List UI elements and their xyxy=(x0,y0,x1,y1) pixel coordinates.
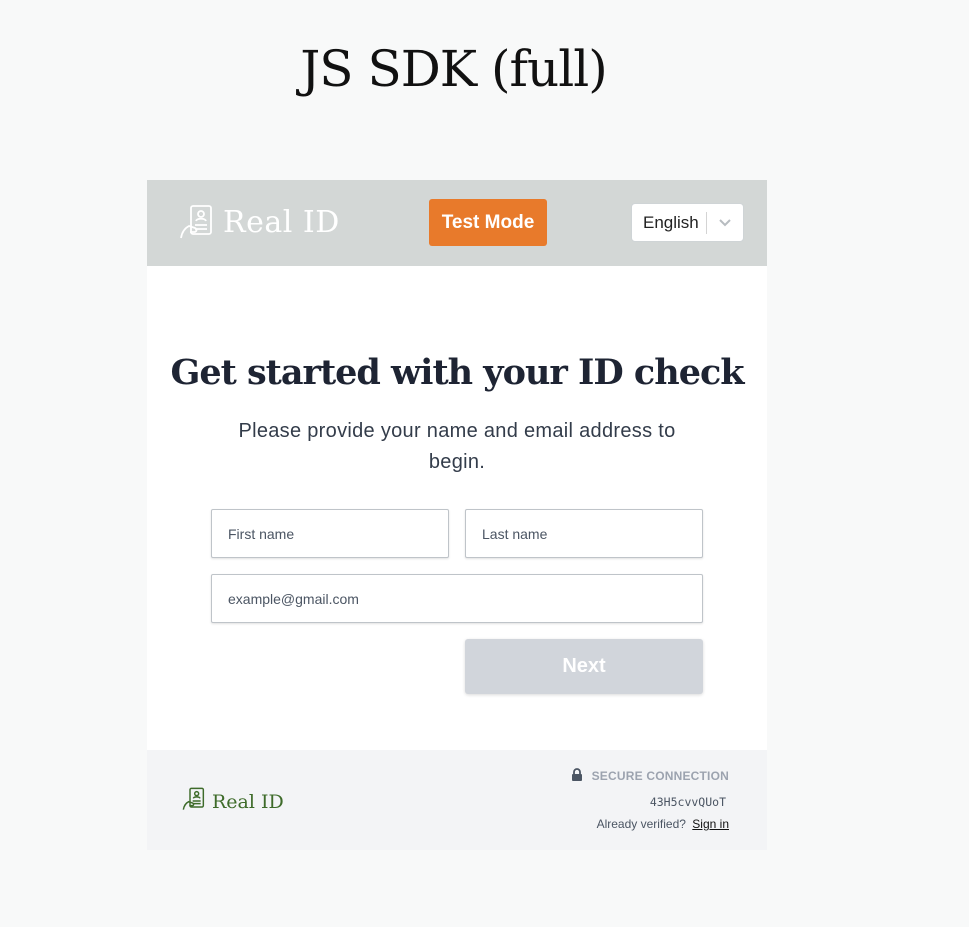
id-check-widget: Real ID Test Mode English Get started wi… xyxy=(147,180,767,850)
chevron-down-icon[interactable] xyxy=(707,218,743,227)
form-heading: Get started with your ID check xyxy=(170,352,744,393)
language-select[interactable]: English xyxy=(631,203,744,242)
footer-brand-logo: Real ID xyxy=(182,787,284,816)
id-card-hand-icon xyxy=(182,787,206,816)
email-input[interactable] xyxy=(228,590,702,607)
form-subheading: Please provide your name and email addre… xyxy=(238,420,676,473)
test-mode-badge: Test Mode xyxy=(429,199,547,246)
footer-brand-name: Real ID xyxy=(212,790,284,813)
secure-connection-label: SECURE CONNECTION xyxy=(591,769,729,783)
brand-name: Real ID xyxy=(223,204,340,240)
brand-logo: Real ID xyxy=(179,204,340,240)
next-button[interactable]: Next xyxy=(465,639,703,694)
email-field[interactable] xyxy=(211,574,703,623)
session-code: 43H5cvvQUoT xyxy=(649,795,726,809)
lock-icon xyxy=(571,768,583,784)
secure-connection: SECURE CONNECTION xyxy=(571,768,729,784)
id-card-hand-icon xyxy=(179,204,215,240)
last-name-input[interactable] xyxy=(482,525,702,542)
already-verified-text: Already verified? xyxy=(596,817,686,831)
page-title: JS SDK (full) xyxy=(300,40,607,98)
already-verified: Already verified? Sign in xyxy=(597,817,729,831)
first-name-field[interactable] xyxy=(211,509,449,558)
widget-footer: Real ID SECURE CONNECTION 43H5cvvQUoT Al… xyxy=(147,750,767,850)
language-selected: English xyxy=(643,212,699,232)
widget-header: Real ID Test Mode English xyxy=(147,180,767,266)
last-name-field[interactable] xyxy=(465,509,703,558)
first-name-input[interactable] xyxy=(228,525,448,542)
sign-in-link[interactable]: Sign in xyxy=(692,817,729,831)
